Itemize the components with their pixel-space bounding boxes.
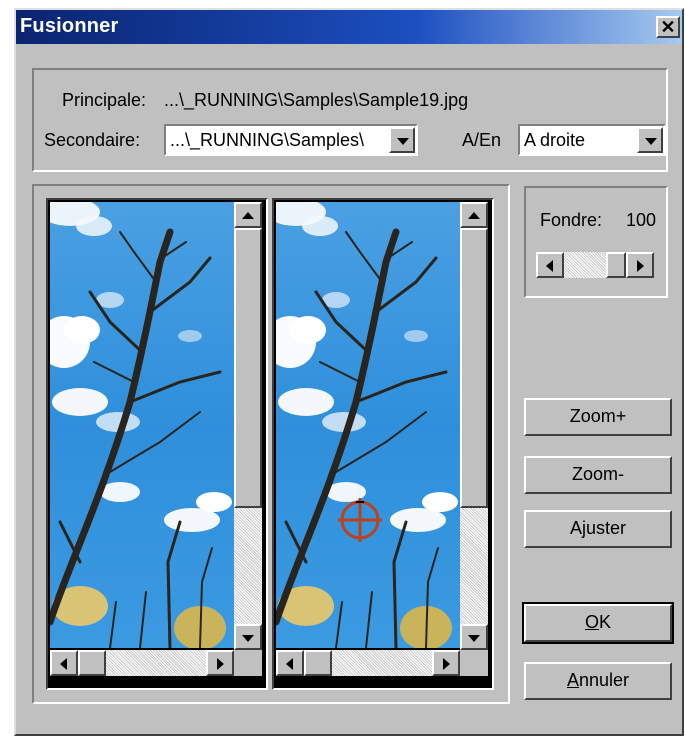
fondre-slider-track[interactable] [564,252,606,278]
scroll-left-button[interactable] [50,650,78,676]
scroll-corner [460,650,488,676]
fondre-group: Fondre: 100 [524,186,668,298]
horizontal-scroll-track[interactable] [332,650,432,676]
ok-mnemonic: O [584,612,599,632]
scroll-up-button[interactable] [234,202,262,228]
vertical-scroll-thumb[interactable] [234,228,262,508]
fondre-decrease-button[interactable] [536,252,564,278]
arrow-up-icon [242,212,254,219]
arrow-up-icon [468,212,480,219]
principale-path: ...\_RUNNING\Samples\Sample19.jpg [164,90,469,110]
horizontal-scroll-thumb[interactable] [78,650,106,676]
cancel-button[interactable]: Annuler [524,662,672,700]
arrow-down-icon [242,635,254,642]
ok-button[interactable]: OK [522,602,674,644]
principale-label: Principale: [62,90,147,110]
arrow-right-icon [217,658,224,670]
fondre-label: Fondre: [540,210,603,230]
scroll-corner [234,650,262,676]
scroll-right-button[interactable] [432,650,460,676]
vertical-scroll-track[interactable] [460,508,488,624]
tree-photo [276,202,458,648]
close-button[interactable]: ✕ [656,16,680,38]
scroll-down-button[interactable] [234,624,262,650]
arrow-left-icon [286,658,293,670]
cancel-mnemonic: A [566,670,579,690]
arrow-left-icon [546,260,553,272]
principal-image[interactable] [50,202,234,648]
scroll-left-button[interactable] [276,650,304,676]
file-group: Principale: ...\_RUNNING\Samples\Sample1… [32,68,668,172]
principal-preview-pane [46,198,268,690]
arrow-left-icon [60,658,67,670]
position-label: A/En [462,130,502,150]
arrow-right-icon [637,260,644,272]
close-icon: ✕ [660,17,676,37]
fondre-value: 100 [626,210,657,230]
zoom-in-button[interactable]: Zoom+ [524,398,672,436]
fondre-increase-button[interactable] [626,252,654,278]
result-image[interactable] [276,202,460,648]
result-preview-pane [272,198,494,690]
tree-photo [50,202,232,648]
zoom-out-button[interactable]: Zoom- [524,456,672,494]
secondaire-label: Secondaire: [44,130,141,150]
scroll-up-button[interactable] [460,202,488,228]
secondaire-dropdown-button[interactable] [389,127,415,153]
secondaire-combobox[interactable]: ...\_RUNNING\Samples\ [164,124,418,156]
scroll-down-button[interactable] [460,624,488,650]
dialog-title: Fusionner [20,15,119,37]
chevron-down-icon [645,138,657,145]
title-bar[interactable]: Fusionner ✕ [16,10,682,44]
fit-button[interactable]: Ajuster [524,510,672,548]
arrow-right-icon [443,658,450,670]
position-dropdown-button[interactable] [637,127,663,153]
position-value: A droite [524,130,586,150]
cancel-label-rest: nnuler [578,670,630,690]
vertical-scroll-track[interactable] [234,508,262,624]
scroll-right-button[interactable] [206,650,234,676]
preview-group [32,184,510,704]
vertical-scroll-thumb[interactable] [460,228,488,508]
secondaire-value: ...\_RUNNING\Samples\ [170,130,365,150]
crosshair-icon [338,498,382,542]
fondre-slider-thumb[interactable] [606,252,626,278]
chevron-down-icon [397,138,409,145]
horizontal-scroll-thumb[interactable] [304,650,332,676]
fusionner-dialog: Fusionner ✕ Principale: ...\_RUNNING\Sam… [14,8,684,736]
arrow-down-icon [468,635,480,642]
position-combobox[interactable]: A droite [518,124,666,156]
horizontal-scroll-track[interactable] [106,650,206,676]
ok-label-rest: K [599,612,612,632]
